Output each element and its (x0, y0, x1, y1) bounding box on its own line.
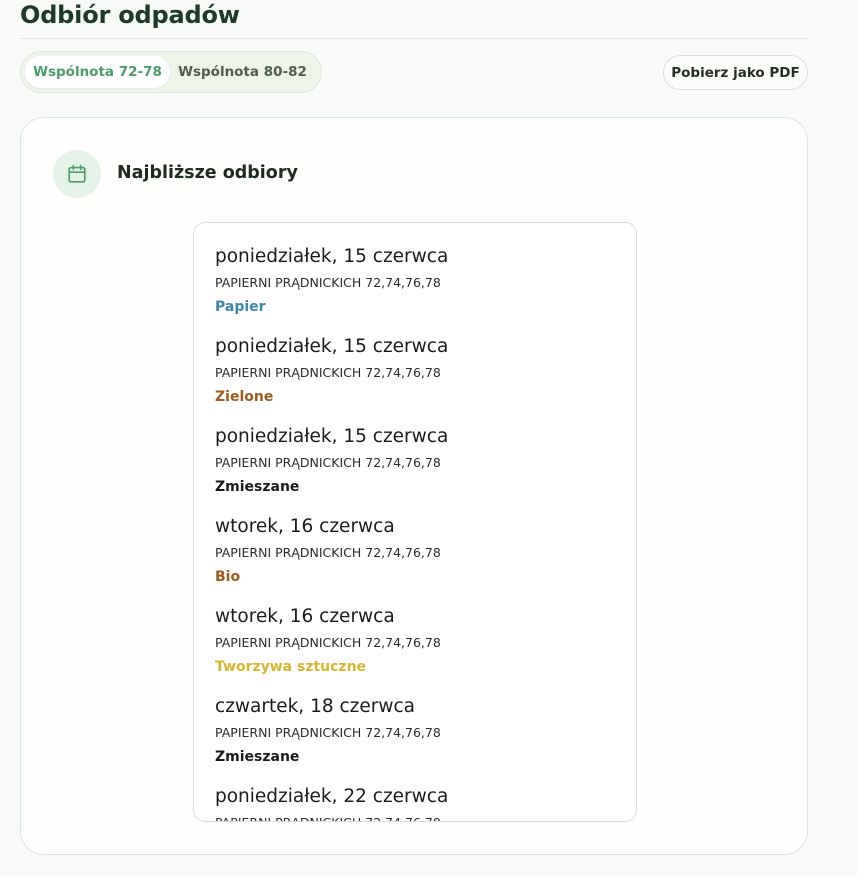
pickup-waste-type: Bio (215, 569, 241, 585)
pickup-date: czwartek, 18 czerwca (215, 696, 415, 717)
pickup-address: PAPIERNI PRĄDNICKICH 72,74,76,78 (215, 811, 615, 821)
pickup-date: poniedziałek, 15 czerwca (215, 426, 449, 447)
pickup-waste-type: Papier (215, 299, 266, 315)
tab-wspolnota-80-82[interactable]: Wspólnota 80-82 (170, 56, 315, 88)
page-title: Odbiór odpadów (20, 1, 240, 29)
title-divider (20, 38, 808, 39)
community-tabs: Wspólnota 72-78 Wspólnota 80-82 (20, 51, 322, 93)
pickup-address: PAPIERNI PRĄDNICKICH 72,74,76,78 (215, 635, 441, 650)
pickup-item: poniedziałek, 15 czerwca PAPIERNI PRĄDNIC… (215, 333, 615, 423)
calendar-icon (53, 150, 101, 198)
download-pdf-button[interactable]: Pobierz jako PDF (663, 55, 808, 90)
pickup-address: PAPIERNI PRĄDNICKICH 72,74,76,78 (215, 275, 441, 290)
pickup-item: czwartek, 18 czerwca PAPIERNI PRĄDNICKICH… (215, 693, 615, 783)
pickup-address: PAPIERNI PRĄDNICKICH 72,74,76,78 (215, 725, 441, 740)
pickup-address: PAPIERNI PRĄDNICKICH 72,74,76,78 (215, 365, 441, 380)
pickup-date: wtorek, 16 czerwca (215, 516, 395, 537)
pickup-date: poniedziałek, 15 czerwca (215, 336, 449, 357)
pickup-waste-type: Zmieszane (215, 479, 300, 495)
upcoming-pickups-card: Najbliższe odbiory poniedziałek, 15 czer… (20, 117, 808, 855)
pickup-waste-type: Zielone (215, 389, 274, 405)
pickup-item: poniedziałek, 15 czerwca PAPIERNI PRĄDNIC… (215, 243, 615, 333)
pickup-waste-type: Tworzywa sztuczne (215, 659, 367, 675)
card-title: Najbliższe odbiory (117, 163, 298, 183)
pickup-item: wtorek, 16 czerwca PAPIERNI PRĄDNICKICH 7… (215, 603, 615, 693)
pickup-address: PAPIERNI PRĄDNICKICH 72,74,76,78 (215, 545, 441, 560)
pickup-list[interactable]: poniedziałek, 15 czerwca PAPIERNI PRĄDNIC… (193, 222, 637, 822)
pickup-address: PAPIERNI PRĄDNICKICH 72,74,76,78 (215, 455, 441, 470)
tab-wspolnota-72-78[interactable]: Wspólnota 72-78 (25, 56, 170, 88)
pickup-date: poniedziałek, 15 czerwca (215, 246, 449, 267)
pickup-item: poniedziałek, 15 czerwca PAPIERNI PRĄDNIC… (215, 423, 615, 513)
pickup-item: wtorek, 16 czerwca PAPIERNI PRĄDNICKICH 7… (215, 513, 615, 603)
pickup-date: wtorek, 16 czerwca (215, 606, 395, 627)
pickup-waste-type: Zmieszane (215, 749, 300, 765)
pickup-item: poniedziałek, 22 czerwca PAPIERNI PRĄDNIC… (215, 783, 615, 821)
pickup-list-inner: poniedziałek, 15 czerwca PAPIERNI PRĄDNIC… (194, 223, 636, 821)
pickup-date: poniedziałek, 22 czerwca (215, 786, 449, 807)
